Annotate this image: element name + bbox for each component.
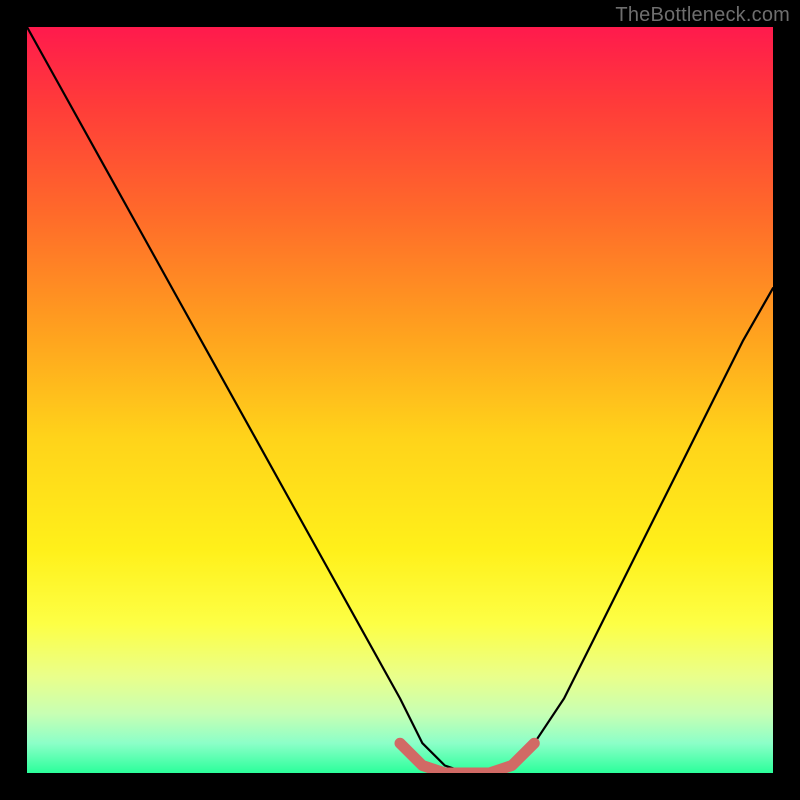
bottleneck-highlight-segment — [400, 743, 534, 773]
chart-frame: TheBottleneck.com — [0, 0, 800, 800]
chart-plot-area — [27, 27, 773, 773]
bottleneck-curve-line — [27, 27, 773, 773]
chart-svg — [27, 27, 773, 773]
watermark-text: TheBottleneck.com — [615, 4, 790, 27]
